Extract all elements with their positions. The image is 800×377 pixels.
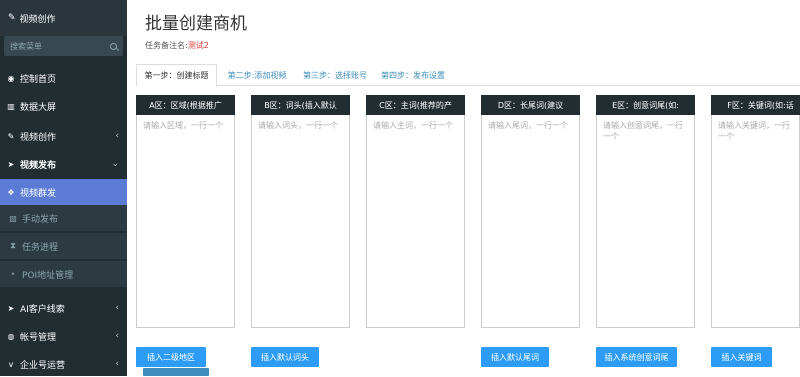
sidebar-item-manual-publish[interactable]: ▨ 手动发布	[0, 205, 127, 231]
column-b-textarea[interactable]	[251, 115, 350, 328]
page-title: 批量创建商机	[145, 14, 247, 34]
user-icon: ◍	[7, 331, 15, 341]
column-e-header: E区：创意词尾(如:	[596, 95, 695, 115]
insert-keyword-button[interactable]: 插入关键词	[711, 347, 772, 367]
sidebar: ✎ 视频创作 搜索菜单 ◉ 控制首页 ▥ 数据大屏 ✎ 视频创作 ‹ ➤ 视频发…	[0, 0, 127, 376]
sidebar-item-video-mass-send[interactable]: ❖ 视频群发	[0, 179, 127, 205]
sidebar-item-video-publish[interactable]: ➤ 视频发布 ⌄	[0, 151, 127, 177]
send-icon: ➤	[7, 303, 15, 313]
sidebar-item-label: AI客户线索	[20, 304, 65, 315]
column-a-textarea[interactable]	[136, 115, 235, 328]
search-placeholder: 搜索菜单	[10, 41, 42, 51]
location-icon: ⬩	[11, 269, 15, 278]
tab-step-3[interactable]: 第三步：选择账号	[296, 64, 374, 86]
task-note-label: 任务备注名:	[145, 41, 188, 50]
column-d-textarea[interactable]	[481, 115, 580, 328]
column-e-textarea[interactable]	[596, 115, 695, 328]
sidebar-item-label: 视频创作	[20, 132, 57, 143]
sidebar-item-enterprise-ops[interactable]: v 企业号运营 ‹	[0, 351, 127, 377]
sidebar-item-dashboard[interactable]: ◉ 控制首页	[0, 65, 127, 91]
chevron-left-icon: ‹	[115, 331, 119, 341]
chart-icon: ▥	[7, 101, 15, 111]
chevron-left-icon: ‹	[115, 303, 119, 313]
sidebar-item-task-progress[interactable]: ⧗ 任务进程	[0, 233, 127, 259]
chevron-down-icon: ⌄	[111, 159, 119, 169]
column-f-header: F区：关键词(如:话	[711, 95, 800, 115]
tab-step-1[interactable]: 第一步：创建标题	[136, 64, 217, 87]
column-c-textarea[interactable]	[366, 115, 465, 328]
main-content: 批量创建商机 任务备注名:测试2 第一步：创建标题 第二步:添加视频 第三步：选…	[127, 0, 800, 376]
chevron-left-icon: ‹	[115, 359, 119, 369]
secondary-button-partial[interactable]	[143, 368, 209, 376]
pen-icon: ✎	[8, 13, 16, 23]
column-f-textarea[interactable]	[711, 115, 800, 328]
sidebar-item-label: 帐号管理	[20, 332, 57, 343]
dashboard-icon: ◉	[7, 73, 15, 83]
sidebar-item-label: 视频群发	[20, 188, 57, 199]
send-icon: ➤	[7, 159, 15, 169]
step-tabs: 第一步：创建标题 第二步:添加视频 第三步：选择账号 第四步：发布设置	[136, 64, 800, 87]
sidebar-item-ai-leads[interactable]: ➤ AI客户线索 ‹	[0, 295, 127, 321]
users-icon: ❖	[7, 187, 15, 197]
hourglass-icon: ⧗	[10, 241, 16, 250]
insert-creative-tail-button[interactable]: 插入系统创意词尾	[596, 347, 677, 367]
sidebar-header: ✎ 视频创作	[0, 0, 127, 36]
column-d-header: D区：长尾词(建议	[481, 95, 580, 115]
sidebar-item-label: 企业号运营	[20, 360, 66, 371]
insert-region-button[interactable]: 插入二级地区	[136, 347, 206, 367]
vimeo-icon: v	[8, 359, 14, 369]
search-icon[interactable]	[110, 42, 117, 50]
sidebar-item-label: 数据大屏	[20, 102, 57, 113]
sidebar-item-video-create[interactable]: ✎ 视频创作 ‹	[0, 123, 127, 149]
sidebar-item-label: 视频发布	[20, 160, 57, 171]
column-c-header: C区：主词(推荐的产	[366, 95, 465, 115]
insert-default-tail-button[interactable]: 插入默认尾词	[481, 347, 549, 367]
edit-icon: ▨	[9, 213, 17, 223]
sidebar-item-label: 任务进程	[22, 242, 59, 253]
search-input[interactable]: 搜索菜单	[4, 36, 123, 56]
insert-default-head-button[interactable]: 插入默认词头	[251, 347, 319, 367]
chevron-left-icon: ‹	[115, 131, 119, 141]
sidebar-item-account-manage[interactable]: ◍ 帐号管理 ‹	[0, 323, 127, 349]
pen-icon: ✎	[7, 131, 15, 141]
sidebar-item-label: POI地址管理	[22, 270, 74, 281]
column-a-header: A区：区域(根据推广	[136, 95, 235, 115]
sidebar-item-label: 手动发布	[22, 214, 59, 225]
sidebar-item-poi-manage[interactable]: ⬩ POI地址管理	[0, 261, 127, 287]
sidebar-header-label: 视频创作	[19, 14, 56, 25]
task-note: 任务备注名:测试2	[145, 40, 209, 51]
sidebar-item-label: 控制首页	[20, 74, 57, 85]
column-b-header: B区：词头(插入默认	[251, 95, 350, 115]
sidebar-item-data-screen[interactable]: ▥ 数据大屏	[0, 93, 127, 119]
task-note-value: 测试2	[187, 41, 209, 50]
tab-step-4[interactable]: 第四步：发布设置	[374, 64, 452, 86]
tab-step-2[interactable]: 第二步:添加视频	[218, 64, 296, 86]
